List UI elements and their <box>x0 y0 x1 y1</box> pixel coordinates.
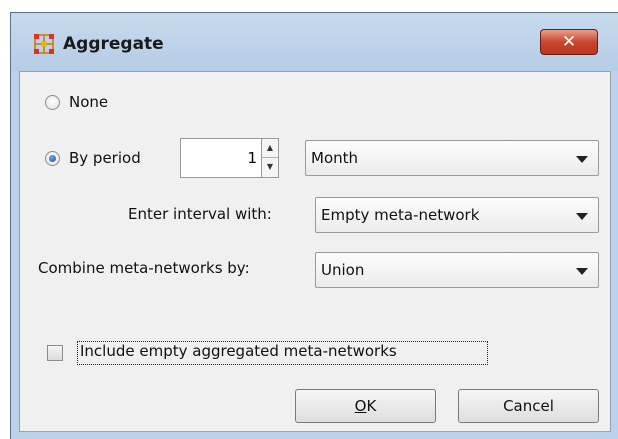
network-icon <box>34 34 54 54</box>
period-unit-value: Month <box>311 149 359 167</box>
combine-label: Combine meta-networks by: <box>38 259 250 277</box>
none-label: None <box>69 93 109 111</box>
interval-label: Enter interval with: <box>128 205 272 223</box>
spin-down-icon[interactable]: ▼ <box>262 158 278 177</box>
combine-value: Union <box>321 261 365 279</box>
interval-value: Empty meta-network <box>321 206 480 224</box>
period-spinner-arrows[interactable]: ▲ ▼ <box>261 138 279 178</box>
by-period-label: By period <box>69 149 141 167</box>
title-bar[interactable]: Aggregate ✕ <box>11 13 618 71</box>
include-empty-checkbox[interactable] <box>47 345 63 361</box>
interval-select[interactable]: Empty meta-network <box>315 197 599 233</box>
ok-button[interactable]: OK <box>295 389 436 423</box>
window-title: Aggregate <box>63 34 164 54</box>
include-empty-label[interactable]: Include empty aggregated meta-networks <box>80 342 397 360</box>
chevron-down-icon <box>576 156 588 163</box>
cancel-button[interactable]: Cancel <box>458 389 599 423</box>
period-unit-select[interactable]: Month <box>305 140 599 176</box>
none-radio[interactable] <box>45 95 60 110</box>
close-icon: ✕ <box>561 32 577 52</box>
by-period-radio[interactable] <box>45 151 60 166</box>
aggregate-dialog: Aggregate ✕ None By period 1 ▲ ▼ Month E… <box>10 12 618 439</box>
combine-select[interactable]: Union <box>315 252 599 288</box>
ok-label-rest: K <box>366 397 377 415</box>
dialog-content: None By period 1 ▲ ▼ Month Enter interva… <box>19 71 611 432</box>
ok-mnemonic: O <box>354 397 367 415</box>
chevron-down-icon <box>576 268 588 275</box>
close-button[interactable]: ✕ <box>540 29 598 55</box>
period-spinner-input[interactable]: 1 <box>180 138 262 178</box>
spin-up-icon[interactable]: ▲ <box>262 139 278 158</box>
chevron-down-icon <box>576 213 588 220</box>
